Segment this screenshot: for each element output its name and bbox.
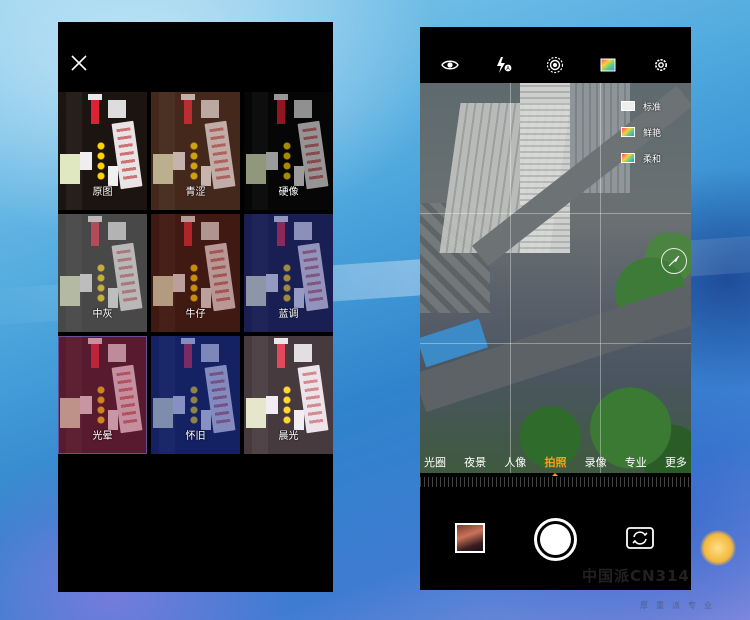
grid-line bbox=[420, 343, 691, 344]
color-mode-label: 标准 bbox=[643, 102, 662, 113]
grid-line bbox=[600, 83, 601, 473]
filter-label: 牛仔 bbox=[185, 309, 206, 320]
filter-option[interactable]: 光晕 bbox=[58, 336, 147, 454]
mode-ruler bbox=[420, 477, 691, 487]
filter-option[interactable]: 硬像 bbox=[244, 92, 333, 210]
live-photo-icon bbox=[547, 56, 564, 74]
mode-tab[interactable]: 专业 bbox=[625, 454, 647, 470]
mode-tab[interactable]: 夜景 bbox=[464, 454, 486, 470]
color-mode-list: 标准 鲜艳 柔和 bbox=[621, 93, 681, 171]
color-mode-swatch bbox=[621, 153, 635, 163]
level-button[interactable] bbox=[661, 248, 687, 274]
flash-button[interactable]: A bbox=[492, 54, 514, 76]
filter-label: 硬像 bbox=[278, 187, 299, 198]
filter-option[interactable]: 蓝调 bbox=[244, 214, 333, 332]
svg-text:A: A bbox=[506, 66, 510, 72]
gallery-thumbnail[interactable] bbox=[455, 523, 485, 553]
filter-option[interactable]: 怀旧 bbox=[151, 336, 240, 454]
color-mode-swatch bbox=[621, 127, 635, 137]
grid-line bbox=[510, 83, 511, 473]
mode-tab[interactable]: 人像 bbox=[504, 454, 526, 470]
eye-button[interactable] bbox=[439, 54, 461, 76]
switch-camera-icon bbox=[626, 527, 654, 549]
watermark-subtext: 厚重派专业 bbox=[640, 601, 720, 610]
filter-label: 蓝调 bbox=[278, 309, 299, 320]
mode-tab[interactable]: 光圈 bbox=[424, 454, 446, 470]
filter-label: 光晕 bbox=[92, 431, 113, 442]
settings-button[interactable] bbox=[650, 54, 672, 76]
eye-icon bbox=[441, 60, 460, 70]
filter-label: 怀旧 bbox=[185, 431, 206, 442]
grid-line bbox=[420, 213, 691, 214]
filter-label: 青涩 bbox=[185, 187, 206, 198]
close-button[interactable] bbox=[70, 54, 88, 72]
filter-option[interactable]: 晨光 bbox=[244, 336, 333, 454]
color-mode-item[interactable]: 柔和 bbox=[621, 145, 681, 171]
camera-screen: A 标准 鲜艳 柔和 光圈 夜景 人像 拍照 录像 专业 更多 bbox=[420, 27, 691, 590]
filter-grid: 原图 青涩 硬像中灰 牛仔 蓝调光晕 怀旧 晨光 bbox=[58, 92, 333, 457]
color-mode-item[interactable]: 标准 bbox=[621, 93, 681, 119]
filter-option[interactable]: 中灰 bbox=[58, 214, 147, 332]
filter-option[interactable]: 青涩 bbox=[151, 92, 240, 210]
compass-icon bbox=[668, 255, 680, 267]
watermark-logo: 中国派CN314 bbox=[582, 567, 690, 585]
color-mode-label: 柔和 bbox=[643, 154, 662, 165]
shutter-inner bbox=[540, 524, 571, 555]
shooting-mode-bar: 光圈 夜景 人像 拍照 录像 专业 更多 bbox=[420, 447, 691, 477]
background-sun bbox=[700, 530, 736, 566]
filter-label: 中灰 bbox=[92, 309, 113, 320]
mode-tab[interactable]: 更多 bbox=[665, 454, 687, 470]
filter-screen: 原图 青涩 硬像中灰 牛仔 蓝调光晕 怀旧 晨光 bbox=[58, 22, 333, 592]
gear-icon bbox=[654, 59, 667, 71]
color-mode-button[interactable] bbox=[597, 54, 619, 76]
camera-toolbar: A bbox=[420, 47, 691, 83]
close-icon bbox=[71, 55, 87, 71]
filter-option[interactable]: 原图 bbox=[58, 92, 147, 210]
filter-option[interactable]: 牛仔 bbox=[151, 214, 240, 332]
color-mode-item[interactable]: 鲜艳 bbox=[621, 119, 681, 145]
camera-viewfinder[interactable]: 标准 鲜艳 柔和 bbox=[420, 83, 691, 473]
color-filter-icon bbox=[600, 58, 616, 72]
shutter-button[interactable] bbox=[534, 518, 577, 561]
flash-auto-icon: A bbox=[496, 57, 512, 73]
color-mode-swatch bbox=[621, 101, 635, 111]
mode-tab[interactable]: 拍照 bbox=[544, 454, 566, 476]
color-mode-label: 鲜艳 bbox=[643, 128, 662, 139]
filter-label: 晨光 bbox=[278, 431, 299, 442]
mode-tab[interactable]: 录像 bbox=[585, 454, 607, 470]
filter-label: 原图 bbox=[92, 187, 113, 198]
switch-camera-button[interactable] bbox=[625, 524, 655, 552]
live-photo-button[interactable] bbox=[544, 54, 566, 76]
